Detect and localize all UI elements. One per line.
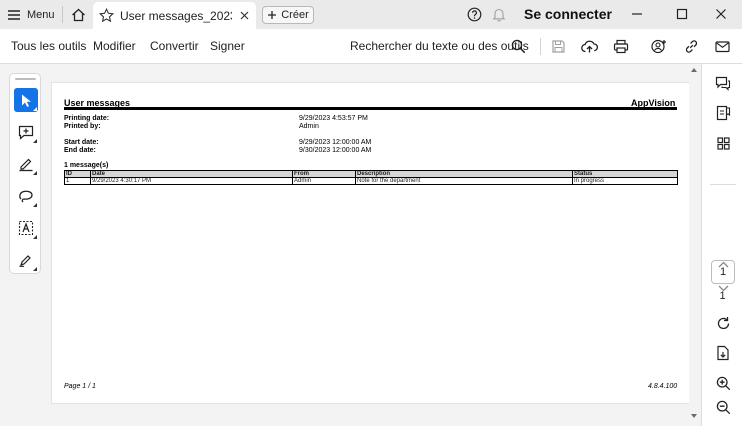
print-icon[interactable]	[612, 37, 630, 55]
printing-date-label: Printing date:	[64, 115, 110, 122]
main-toolbar: Tous les outils Modifier Convertir Signe…	[0, 29, 742, 64]
bookmark-icon[interactable]	[714, 104, 732, 122]
add-comment-icon	[18, 125, 34, 140]
help-icon[interactable]	[467, 7, 482, 22]
chevron-down-icon[interactable]	[714, 279, 732, 297]
menu-convert[interactable]: Convertir	[150, 39, 199, 53]
select-cursor-icon	[19, 93, 33, 108]
rotate-icon[interactable]	[714, 314, 732, 332]
start-date-value: 9/29/2023 12:00:00 AM	[299, 139, 372, 146]
chevron-up-icon[interactable]	[714, 255, 732, 273]
bell-icon[interactable]	[492, 7, 506, 22]
vertical-scrollbar[interactable]	[689, 64, 701, 426]
search-icon[interactable]	[509, 37, 527, 55]
comment-tool-button[interactable]	[14, 120, 38, 144]
divider	[710, 184, 736, 185]
cell-from: Admin	[292, 177, 356, 185]
lasso-icon	[18, 189, 34, 204]
title-rule	[64, 107, 677, 110]
divider	[62, 6, 63, 23]
highlight-pen-icon	[18, 156, 34, 172]
extract-page-icon[interactable]	[714, 344, 732, 362]
table-row: 1 9/29/2023 4:30:17 PM Admin Note for th…	[64, 177, 678, 185]
cell-description: Note for the department	[355, 177, 573, 185]
window-close-icon[interactable]	[713, 6, 729, 22]
column-header-date: Date	[90, 170, 293, 178]
menu-sign[interactable]: Signer	[210, 39, 245, 53]
zoom-out-icon[interactable]	[714, 398, 732, 416]
messages-table: ID Date From Description Status 1 9/29/2…	[64, 170, 678, 185]
menu-button[interactable]: Menu	[7, 5, 55, 24]
pdf-page	[51, 82, 690, 404]
star-icon[interactable]	[99, 8, 114, 23]
right-side-panel: 1 1	[701, 64, 742, 426]
maximize-icon[interactable]	[674, 6, 690, 22]
table-header-row: ID Date From Description Status	[64, 170, 678, 178]
link-icon[interactable]	[682, 37, 700, 55]
comments-icon[interactable]	[714, 74, 732, 92]
column-header-from: From	[292, 170, 356, 178]
plus-icon	[267, 10, 277, 20]
sign-tool-button[interactable]	[14, 248, 38, 272]
version-footer: 4.8.4.100	[648, 383, 678, 390]
search-tools-label[interactable]: Rechercher du texte ou des outils	[350, 39, 529, 53]
end-date-label: End date:	[64, 147, 96, 154]
drag-handle[interactable]	[15, 78, 36, 80]
scroll-down-arrow-icon[interactable]	[691, 414, 697, 418]
menu-all-tools[interactable]: Tous les outils	[11, 39, 86, 53]
highlight-tool-button[interactable]	[14, 152, 38, 176]
minimize-icon[interactable]	[629, 6, 645, 22]
zoom-in-icon[interactable]	[714, 374, 732, 392]
draw-tool-button[interactable]	[14, 184, 38, 208]
column-header-id: ID	[64, 170, 91, 178]
divider	[540, 38, 541, 55]
add-user-icon[interactable]	[650, 37, 668, 55]
document-tab[interactable]: User messages_2023…	[93, 2, 256, 29]
create-label: Créer	[281, 9, 309, 21]
printed-by-value: Admin	[299, 123, 319, 130]
start-date-label: Start date:	[64, 139, 99, 146]
hamburger-menu-icon	[7, 9, 21, 21]
printing-date-value: 9/29/2023 4:53:57 PM	[299, 115, 368, 122]
mail-icon[interactable]	[713, 37, 731, 55]
text-tool-button[interactable]	[14, 216, 38, 240]
document-tab-title: User messages_2023…	[120, 8, 232, 23]
printed-by-label: Printed by:	[64, 123, 101, 130]
end-date-value: 9/30/2023 12:00:00 AM	[299, 147, 372, 154]
cell-status: In progress	[572, 177, 678, 185]
title-bar: Menu User messages_2023… Créer Se connec…	[0, 0, 742, 29]
upload-icon[interactable]	[580, 37, 598, 55]
cell-date: 9/29/2023 4:30:17 PM	[90, 177, 293, 185]
column-header-description: Description	[355, 170, 573, 178]
message-count: 1 message(s)	[64, 162, 109, 169]
cell-id: 1	[64, 177, 91, 185]
home-icon	[71, 8, 86, 22]
home-button[interactable]	[68, 5, 88, 24]
text-select-icon	[18, 220, 34, 236]
page-footer: Page 1 / 1	[64, 383, 96, 390]
sign-pen-icon	[18, 252, 34, 268]
scroll-up-arrow-icon[interactable]	[691, 68, 697, 72]
thumbnails-grid-icon[interactable]	[714, 134, 732, 152]
sign-in-button[interactable]: Se connecter	[524, 6, 612, 22]
tool-rail	[9, 73, 41, 274]
menu-label: Menu	[27, 8, 55, 21]
menu-edit[interactable]: Modifier	[93, 39, 136, 53]
save-icon[interactable]	[549, 37, 567, 55]
column-header-status: Status	[572, 170, 678, 178]
close-icon[interactable]	[238, 10, 250, 22]
create-button[interactable]: Créer	[262, 6, 314, 24]
select-tool-button[interactable]	[14, 88, 38, 112]
